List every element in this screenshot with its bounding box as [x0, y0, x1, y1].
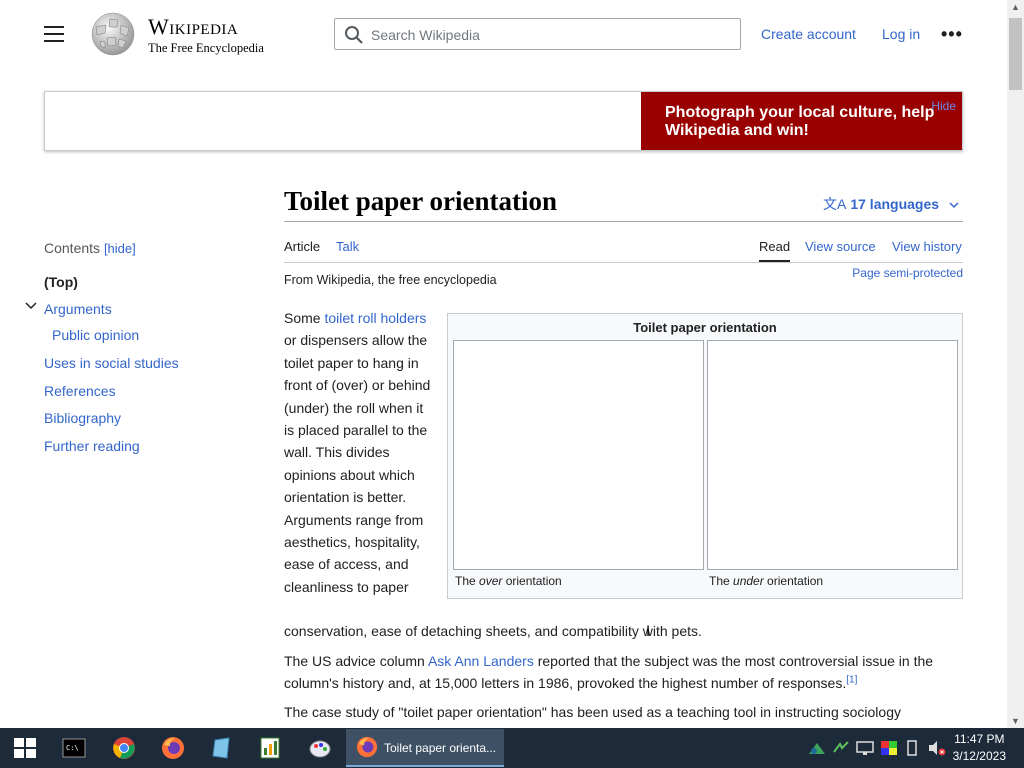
- over-orientation-image[interactable]: [453, 340, 704, 570]
- table-of-contents: Contents [hide] (Top) Arguments Public o…: [25, 240, 264, 454]
- toc-item-top[interactable]: (Top): [44, 274, 78, 290]
- taskbar-window-title: Toilet paper orienta...: [384, 741, 497, 755]
- tab-view-history[interactable]: View history: [892, 239, 962, 254]
- chrome-icon[interactable]: [112, 736, 136, 760]
- text-cursor-icon: I: [646, 624, 651, 640]
- chevron-down-icon[interactable]: [25, 302, 37, 310]
- files-icon[interactable]: [210, 736, 234, 760]
- page-tabs: Article Talk Read View source View histo…: [284, 239, 963, 263]
- firefox-icon[interactable]: [161, 736, 185, 760]
- caption-text: The: [455, 574, 480, 588]
- tab-talk[interactable]: Talk: [336, 239, 359, 254]
- image-infobox: Toilet paper orientation The over orient…: [447, 313, 963, 599]
- tray-volume-muted-icon[interactable]: [927, 740, 947, 756]
- create-account-link[interactable]: Create account: [761, 26, 856, 42]
- scroll-down-arrow-icon[interactable]: ▼: [1011, 716, 1020, 726]
- more-options-icon[interactable]: •••: [941, 24, 963, 45]
- paragraph-case-study: The case study of "toilet paper orientat…: [284, 704, 901, 720]
- page-title: Toilet paper orientation: [284, 186, 558, 216]
- banner-text[interactable]: Photograph your local culture, help Wiki…: [665, 104, 935, 140]
- command-prompt-icon[interactable]: C:\: [62, 736, 86, 760]
- wordmark-tagline: The Free Encyclopedia: [148, 41, 264, 55]
- paragraph-intro: Some toilet roll holders or dispensers a…: [284, 307, 432, 598]
- caption-emphasis: under: [733, 574, 764, 588]
- toc-title-text: Contents: [44, 240, 101, 256]
- firefox-icon: [356, 736, 378, 758]
- clock-time: 11:47 PM: [954, 732, 1005, 746]
- caption-text: orientation: [763, 574, 824, 588]
- tab-article[interactable]: Article: [284, 239, 320, 254]
- caption-text: orientation: [502, 574, 562, 588]
- clock-date: 3/12/2023: [952, 749, 1006, 763]
- spreadsheet-icon[interactable]: [258, 736, 282, 760]
- tray-network-icon[interactable]: [808, 740, 826, 756]
- toc-hide-link[interactable]: [hide]: [104, 241, 136, 256]
- log-in-link[interactable]: Log in: [882, 26, 920, 42]
- paint-icon[interactable]: [308, 736, 332, 760]
- main-menu-icon[interactable]: [44, 26, 64, 42]
- wordmark-title: Wikipedia: [148, 14, 239, 39]
- search-placeholder: Search Wikipedia: [371, 27, 480, 43]
- reference-1-link[interactable]: [1]: [846, 675, 857, 686]
- windows-taskbar: C:\ Toilet paper orienta... 11:47 PM 3/1…: [0, 728, 1024, 768]
- language-selector-button[interactable]: 文A 17 languages: [823, 194, 959, 214]
- chevron-down-icon: [949, 202, 959, 209]
- site-header: Wikipedia The Free Encyclopedia Search W…: [0, 0, 1007, 68]
- paragraph-intro-continued: conservation, ease of detaching sheets, …: [284, 623, 702, 639]
- caption-under: The under orientation: [709, 574, 823, 588]
- tray-display-icon[interactable]: [856, 740, 874, 756]
- tray-sync-icon[interactable]: [832, 740, 850, 756]
- scrollbar-thumb[interactable]: [1009, 18, 1022, 90]
- toilet-roll-holders-link[interactable]: toilet roll holders: [324, 310, 426, 326]
- windows-start-icon[interactable]: [13, 736, 37, 760]
- banner-panel[interactable]: Photograph your local culture, help Wiki…: [641, 92, 962, 150]
- vertical-scrollbar[interactable]: ▲ ▼: [1007, 0, 1024, 728]
- tab-read[interactable]: Read: [759, 239, 791, 262]
- scroll-up-arrow-icon[interactable]: ▲: [1011, 2, 1020, 12]
- toc-item-public-opinion[interactable]: Public opinion: [52, 327, 139, 343]
- taskbar-firefox-window[interactable]: Toilet paper orienta...: [346, 729, 504, 767]
- infobox-title: Toilet paper orientation: [633, 320, 777, 335]
- svg-text:C:\: C:\: [66, 744, 79, 752]
- paragraph-text: The US advice column: [284, 653, 428, 669]
- search-input[interactable]: Search Wikipedia: [334, 18, 741, 50]
- search-icon: [345, 26, 363, 44]
- caption-emphasis: over: [479, 574, 503, 588]
- toc-item-arguments[interactable]: Arguments: [44, 301, 112, 317]
- ask-ann-landers-link[interactable]: Ask Ann Landers: [428, 653, 534, 669]
- campaign-banner: Photograph your local culture, help Wiki…: [44, 91, 963, 151]
- toc-item-further-reading[interactable]: Further reading: [44, 438, 140, 454]
- languages-count: 17 languages: [850, 196, 940, 212]
- system-clock[interactable]: 11:47 PM 3/12/2023: [953, 731, 1006, 765]
- tray-color-icon[interactable]: [880, 740, 898, 756]
- under-orientation-image[interactable]: [707, 340, 958, 570]
- caption-text: The: [709, 574, 734, 588]
- toc-item-uses-in-social-studies[interactable]: Uses in social studies: [44, 355, 179, 371]
- wikipedia-wordmark[interactable]: Wikipedia The Free Encyclopedia: [148, 14, 264, 56]
- page-semi-protected-link[interactable]: Page semi-protected: [852, 266, 963, 280]
- tray-usb-icon[interactable]: [905, 740, 919, 756]
- toc-item-references[interactable]: References: [44, 383, 116, 399]
- toc-item-bibliography[interactable]: Bibliography: [44, 410, 121, 426]
- site-subtitle: From Wikipedia, the free encyclopedia: [284, 273, 497, 287]
- toc-title: Contents [hide]: [44, 240, 264, 256]
- paragraph-text: or dispensers allow the toilet paper to …: [284, 332, 431, 595]
- translate-icon: 文A: [823, 196, 847, 212]
- banner-hide-link[interactable]: Hide: [931, 99, 956, 113]
- tab-view-source[interactable]: View source: [805, 239, 876, 254]
- paragraph-ann-landers: The US advice column Ask Ann Landers rep…: [284, 650, 963, 695]
- wikipedia-globe-logo[interactable]: [88, 11, 138, 57]
- caption-over: The over orientation: [455, 574, 562, 588]
- paragraph-text: Some: [284, 310, 325, 326]
- title-divider: [284, 221, 963, 222]
